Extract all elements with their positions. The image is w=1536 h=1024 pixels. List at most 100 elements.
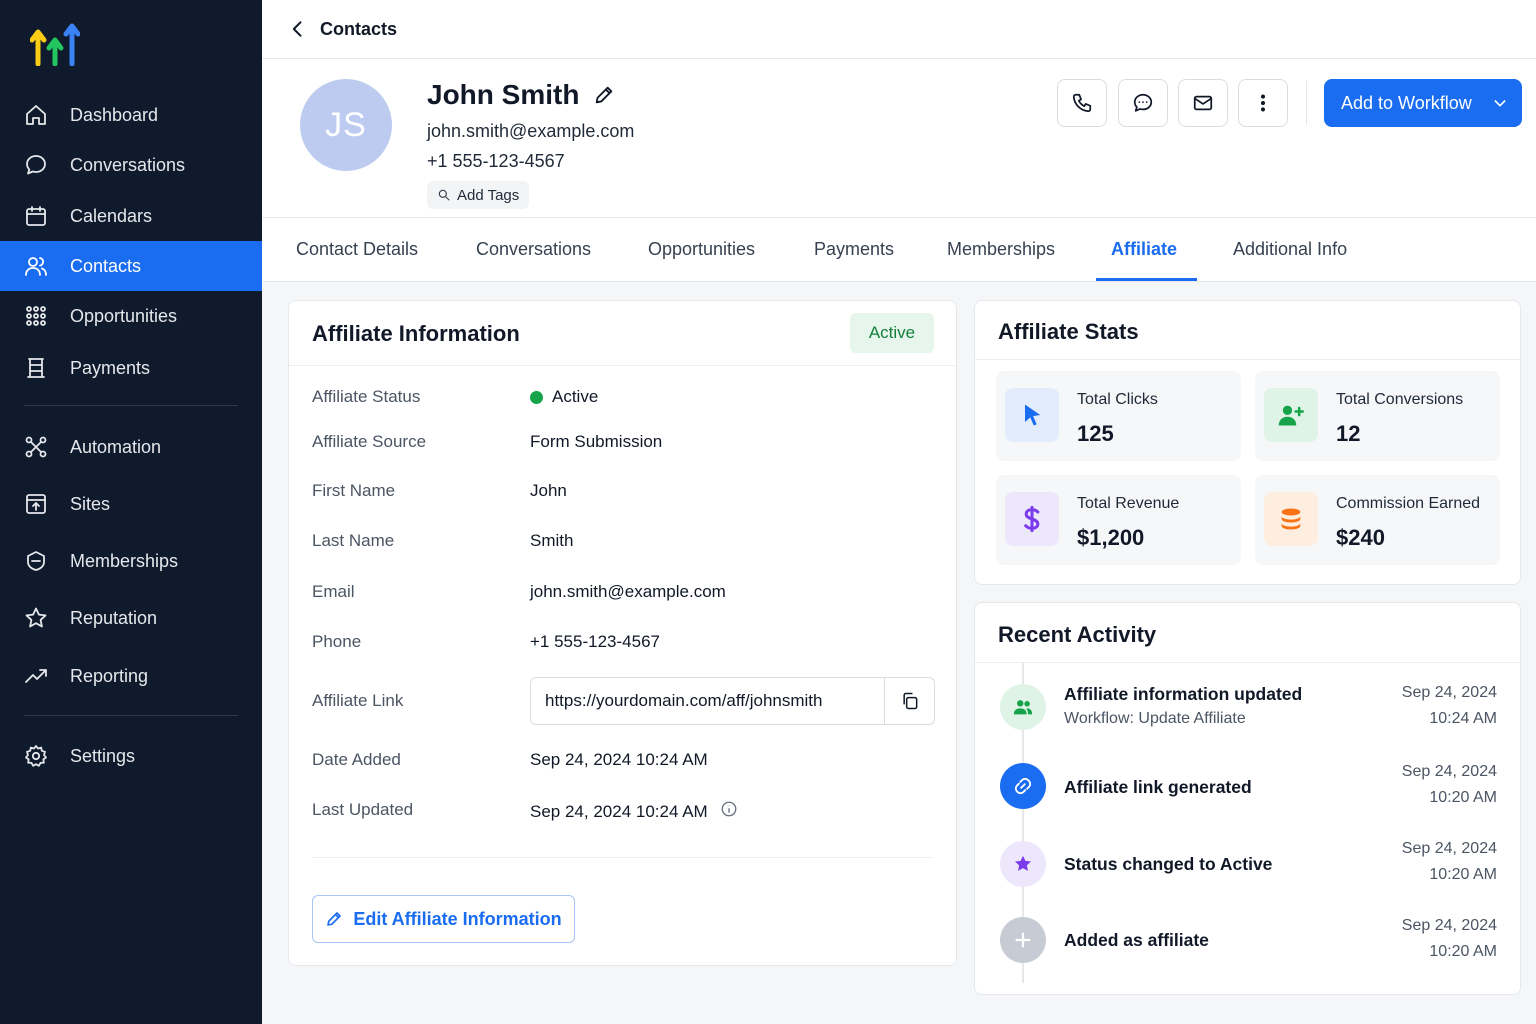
field-label: Affiliate Link bbox=[312, 691, 404, 710]
sidebar-item-memberships[interactable]: Memberships bbox=[0, 536, 262, 586]
stat-total-revenue: Total Revenue $1,200 bbox=[996, 475, 1241, 565]
stat-value: 125 bbox=[1077, 421, 1114, 446]
sidebar-item-automation[interactable]: Automation bbox=[0, 422, 262, 472]
contact-email[interactable]: john.smith@example.com bbox=[427, 121, 634, 142]
tab-affiliate[interactable]: Affiliate bbox=[1111, 218, 1177, 281]
user-plus-icon bbox=[1264, 388, 1318, 442]
star-icon bbox=[1000, 841, 1046, 887]
stat-label: Total Revenue bbox=[1077, 495, 1180, 512]
sidebar-item-calendars[interactable]: Calendars bbox=[0, 191, 262, 241]
message-button[interactable] bbox=[1118, 79, 1168, 127]
stat-value: $1,200 bbox=[1077, 525, 1145, 550]
copy-button[interactable] bbox=[884, 678, 934, 724]
pencil-icon[interactable] bbox=[593, 84, 615, 106]
tab-payments[interactable]: Payments bbox=[814, 218, 894, 281]
sidebar-item-reputation[interactable]: Reputation bbox=[0, 593, 262, 643]
stat-total-conversions: Total Conversions 12 bbox=[1255, 371, 1500, 461]
field-value: Active bbox=[552, 387, 599, 406]
field-label: Email bbox=[312, 582, 355, 601]
sidebar-item-payments[interactable]: Payments bbox=[0, 343, 262, 393]
add-tags-button[interactable]: Add Tags bbox=[427, 181, 530, 209]
last-name-value: Smith bbox=[530, 531, 574, 550]
first-name-value: John bbox=[530, 481, 567, 500]
divider bbox=[312, 857, 933, 858]
sidebar-item-label: Automation bbox=[70, 436, 162, 457]
activity-title: Affiliate link generated bbox=[1064, 777, 1252, 797]
field-label: Last Name bbox=[312, 531, 395, 550]
field-label: Affiliate Source bbox=[312, 432, 427, 451]
sidebar-item-dashboard[interactable]: Dashboard bbox=[0, 90, 262, 140]
info-icon[interactable] bbox=[708, 800, 738, 823]
contact-header: JS John Smith john.smith@example.com +1 … bbox=[262, 59, 1536, 217]
activity-timestamp: Sep 24, 2024 10:24 AM bbox=[1357, 680, 1497, 732]
activity-time: 10:20 AM bbox=[1429, 789, 1497, 806]
sidebar-item-reporting[interactable]: Reporting bbox=[0, 651, 262, 701]
activity-title: Added as affiliate bbox=[1064, 930, 1209, 950]
gear-icon bbox=[24, 744, 48, 768]
sidebar-item-opportunities[interactable]: Opportunities bbox=[0, 291, 262, 341]
add-to-workflow-button[interactable]: Add to Workflow bbox=[1324, 79, 1522, 127]
affiliate-link-field[interactable]: https://yourdomain.com/aff/johnsmith bbox=[530, 677, 935, 725]
breadcrumb[interactable]: Contacts bbox=[320, 19, 397, 40]
sidebar-item-label: Opportunities bbox=[70, 305, 178, 326]
status-dot bbox=[530, 390, 543, 404]
status-badge: Active bbox=[850, 313, 934, 353]
contact-name: John Smith bbox=[427, 79, 580, 110]
phone-value: +1 555-123-4567 bbox=[530, 632, 660, 651]
sidebar-item-settings[interactable]: Settings bbox=[0, 731, 262, 781]
sidebar-item-sites[interactable]: Sites bbox=[0, 479, 262, 529]
sidebar-item-label: Contacts bbox=[70, 255, 142, 276]
activity-date: Sep 24, 2024 bbox=[1401, 684, 1497, 701]
add-tags-label: Add Tags bbox=[457, 186, 520, 204]
field-label: Last Updated bbox=[312, 800, 414, 819]
activity-timestamp: Sep 24, 2024 10:20 AM bbox=[1357, 836, 1497, 888]
more-button[interactable] bbox=[1238, 79, 1288, 127]
opportunities-icon bbox=[24, 304, 48, 328]
tab-contact-details[interactable]: Contact Details bbox=[296, 218, 418, 281]
edit-affiliate-button[interactable]: Edit Affiliate Information bbox=[312, 895, 575, 943]
edit-affiliate-label: Edit Affiliate Information bbox=[353, 908, 562, 929]
stat-commission-earned: Commission Earned $240 bbox=[1255, 475, 1500, 565]
affiliate-information-card: Affiliate Information Active Affiliate S… bbox=[288, 300, 957, 966]
sidebar-divider bbox=[24, 715, 238, 716]
back-button[interactable] bbox=[286, 17, 310, 41]
email-value: john.smith@example.com bbox=[530, 582, 726, 601]
tab-additional-info[interactable]: Additional Info bbox=[1233, 218, 1347, 281]
stat-label: Commission Earned bbox=[1336, 495, 1481, 512]
sidebar-item-contacts[interactable]: Contacts bbox=[0, 241, 262, 291]
tab-memberships[interactable]: Memberships bbox=[947, 218, 1055, 281]
tab-conversations[interactable]: Conversations bbox=[476, 218, 591, 281]
add-to-workflow-label: Add to Workflow bbox=[1341, 92, 1472, 113]
activity-time: 10:20 AM bbox=[1429, 943, 1497, 960]
affiliate-source-value: Form Submission bbox=[530, 432, 663, 451]
field-label: Affiliate Status bbox=[312, 387, 421, 406]
field-label: Phone bbox=[312, 632, 362, 651]
affiliate-link-value[interactable]: https://yourdomain.com/aff/johnsmith bbox=[531, 691, 884, 711]
activity-date: Sep 24, 2024 bbox=[1401, 763, 1497, 780]
app-logo[interactable] bbox=[29, 20, 81, 67]
stat-value: 12 bbox=[1336, 421, 1361, 446]
chat-bubble-icon bbox=[24, 153, 48, 177]
activity-timestamp: Sep 24, 2024 10:20 AM bbox=[1357, 913, 1497, 965]
tab-opportunities[interactable]: Opportunities bbox=[648, 218, 755, 281]
memberships-icon bbox=[24, 549, 48, 573]
sidebar-item-conversations[interactable]: Conversations bbox=[0, 140, 262, 190]
search-icon bbox=[438, 189, 450, 201]
field-label: Date Added bbox=[312, 750, 401, 769]
call-button[interactable] bbox=[1057, 79, 1107, 127]
link-icon bbox=[1000, 763, 1046, 809]
email-button[interactable] bbox=[1178, 79, 1228, 127]
contact-phone[interactable]: +1 555-123-4567 bbox=[427, 151, 565, 172]
affiliate-stats-card: Affiliate Stats Total Clicks 125 Total C… bbox=[974, 300, 1521, 585]
coins-icon bbox=[1264, 492, 1318, 546]
sidebar: Dashboard Conversations Calendars Contac… bbox=[0, 0, 262, 1024]
activity-time: 10:20 AM bbox=[1429, 866, 1497, 883]
stat-label: Total Clicks bbox=[1077, 391, 1158, 408]
activity-subtitle: Workflow: Update Affiliate bbox=[1064, 710, 1246, 727]
copy-icon bbox=[902, 692, 917, 710]
home-icon bbox=[24, 103, 48, 127]
card-title: Affiliate Information bbox=[312, 321, 520, 346]
sidebar-item-label: Sites bbox=[70, 493, 111, 514]
activity-title: Status changed to Active bbox=[1064, 854, 1273, 874]
activity-date: Sep 24, 2024 bbox=[1401, 917, 1497, 934]
